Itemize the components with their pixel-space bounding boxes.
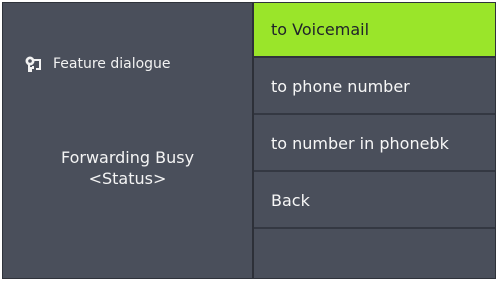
menu-item-to-number-in-phonebook[interactable]: to number in phonebk (254, 117, 495, 172)
context-header: Feature dialogue (23, 55, 171, 73)
forwarding-menu: to Voicemail to phone number to number i… (254, 3, 495, 278)
status-panel: Feature dialogue Forwarding Busy <Status… (3, 3, 252, 278)
menu-item-to-voicemail[interactable]: to Voicemail (254, 3, 495, 58)
menu-item-back[interactable]: Back (254, 174, 495, 229)
menu-item-to-phone-number[interactable]: to phone number (254, 60, 495, 115)
feature-dialogue-icon (23, 55, 43, 73)
menu-item-label: to number in phonebk (271, 134, 449, 153)
status-block: Forwarding Busy <Status> (3, 147, 252, 189)
menu-item-label: to Voicemail (271, 20, 370, 39)
menu-item-label: Back (271, 191, 310, 210)
context-label: Feature dialogue (53, 56, 171, 72)
menu-item-empty (254, 231, 495, 278)
status-value: <Status> (88, 169, 167, 188)
status-title: Forwarding Busy (60, 148, 195, 167)
menu-item-label: to phone number (271, 77, 410, 96)
phone-screen: Feature dialogue Forwarding Busy <Status… (2, 2, 496, 279)
